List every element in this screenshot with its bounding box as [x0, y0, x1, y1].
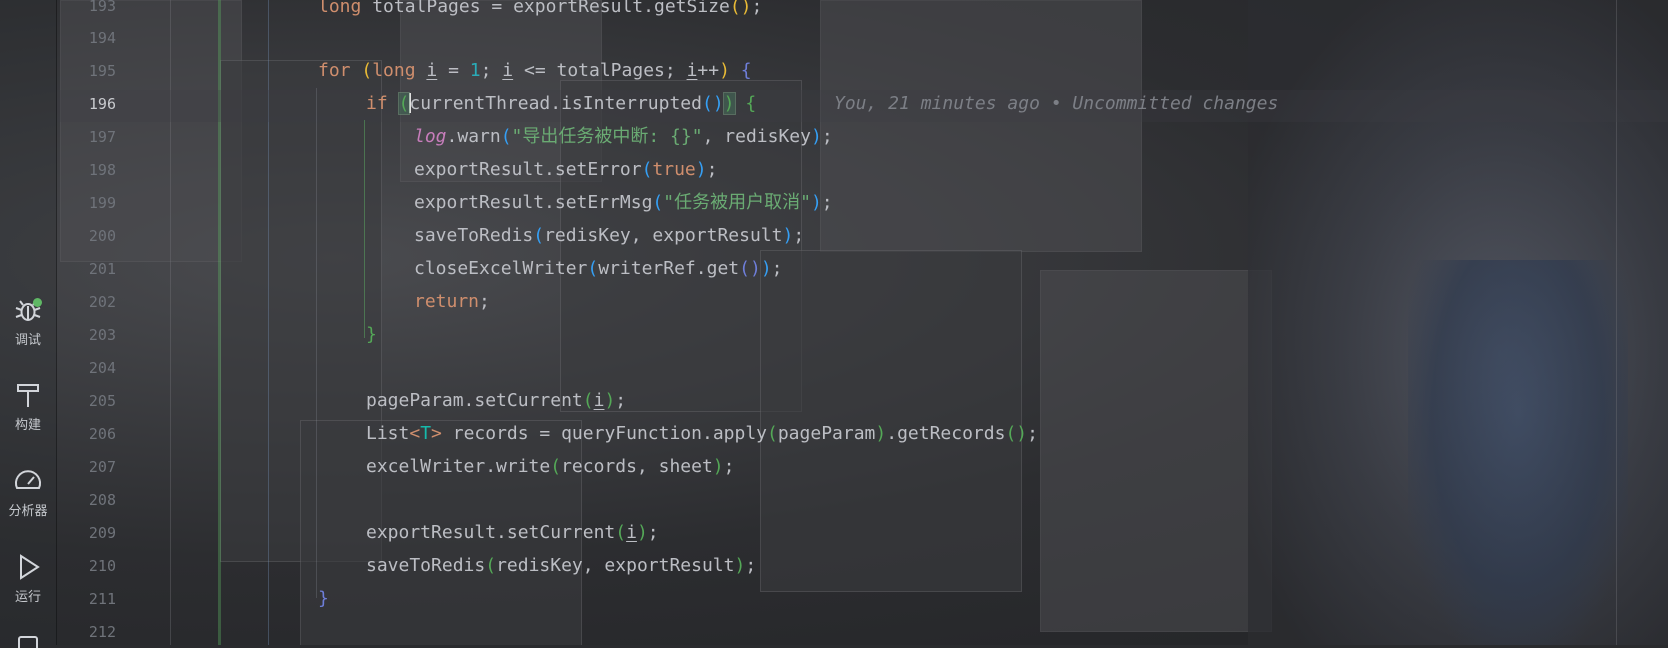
method: exportResult.setCurrent: [366, 522, 616, 543]
keyword: for: [318, 60, 351, 81]
arguments: redisKey, exportResult: [496, 555, 735, 576]
code-line-203[interactable]: }: [366, 324, 377, 346]
method: closeExcelWriter: [414, 258, 588, 279]
string-literal: "导出任务被中断: {}": [511, 126, 703, 147]
operator: =: [437, 60, 470, 81]
brace: }: [366, 324, 377, 345]
type-parameter: T: [420, 423, 432, 444]
keyword: long: [372, 60, 416, 81]
identifier: totalPages: [556, 60, 665, 81]
brace: }: [318, 588, 329, 609]
code-line-198[interactable]: exportResult.setError(true);: [414, 159, 717, 181]
method: exportResult.setError: [414, 159, 642, 180]
number: 1: [469, 60, 481, 81]
code-line-196[interactable]: if (currentThread.isInterrupted()) {: [366, 92, 756, 115]
identifier: redisKey: [724, 126, 811, 147]
method: excelWriter.write: [366, 456, 551, 477]
code-line-209[interactable]: exportResult.setCurrent(i);: [366, 522, 659, 544]
identifier: i: [502, 60, 514, 81]
arguments: records, sheet: [561, 456, 713, 477]
method: exportResult.setErrMsg: [414, 192, 653, 213]
code-line-200[interactable]: saveToRedis(redisKey, exportResult);: [414, 225, 804, 247]
code-line-197[interactable]: log.warn("导出任务被中断: {}", redisKey);: [414, 126, 833, 148]
operator: =: [480, 0, 514, 17]
identifier: totalPages: [372, 0, 481, 17]
identifier: pageParam: [777, 423, 876, 444]
method: saveToRedis: [366, 555, 486, 576]
method: .getRecords: [886, 423, 1006, 444]
method: pageParam.setCurrent: [366, 390, 583, 411]
code-line-211[interactable]: }: [318, 588, 329, 610]
code-line-199[interactable]: exportResult.setErrMsg("任务被用户取消");: [414, 192, 833, 214]
git-blame-annotation[interactable]: You, 21 minutes ago • Uncommitted change…: [834, 93, 1278, 115]
expression: records = queryFunction.apply: [441, 423, 767, 444]
arguments: redisKey, exportResult: [544, 225, 783, 246]
string-literal: "任务被用户取消": [663, 192, 811, 213]
method: writerRef.get: [598, 258, 740, 279]
code-line-206[interactable]: List<T> records = queryFunction.apply(pa…: [366, 423, 1038, 445]
code-line-210[interactable]: saveToRedis(redisKey, exportResult);: [366, 555, 756, 577]
operator: ++: [697, 60, 720, 81]
code-line-195[interactable]: for (long i = 1; i <= totalPages; i++) {: [318, 60, 752, 82]
keyword: long: [318, 0, 362, 17]
code-line-205[interactable]: pageParam.setCurrent(i);: [366, 390, 626, 412]
code-line-207[interactable]: excelWriter.write(records, sheet);: [366, 456, 734, 478]
identifier: i: [593, 390, 605, 411]
type: List: [366, 423, 410, 444]
keyword: if: [366, 93, 388, 114]
code-line-201[interactable]: closeExcelWriter(writerRef.get());: [414, 258, 783, 280]
method: .warn: [446, 126, 501, 147]
keyword: return: [414, 291, 480, 312]
method: saveToRedis: [414, 225, 534, 246]
code-line-202[interactable]: return;: [414, 291, 490, 313]
operator: <=: [513, 60, 557, 81]
code-editor[interactable]: long totalPages = exportResult.getSize()…: [0, 0, 1668, 645]
identifier: i: [626, 522, 637, 543]
field: log: [414, 126, 447, 147]
identifier: i: [686, 60, 698, 81]
identifier: i: [426, 60, 438, 81]
code-line-193[interactable]: long totalPages = exportResult.getSize()…: [318, 0, 762, 18]
identifier: exportResult: [513, 0, 644, 17]
method: currentThread.isInterrupted: [409, 93, 702, 114]
keyword: true: [652, 159, 696, 180]
method: .getSize: [643, 0, 730, 17]
